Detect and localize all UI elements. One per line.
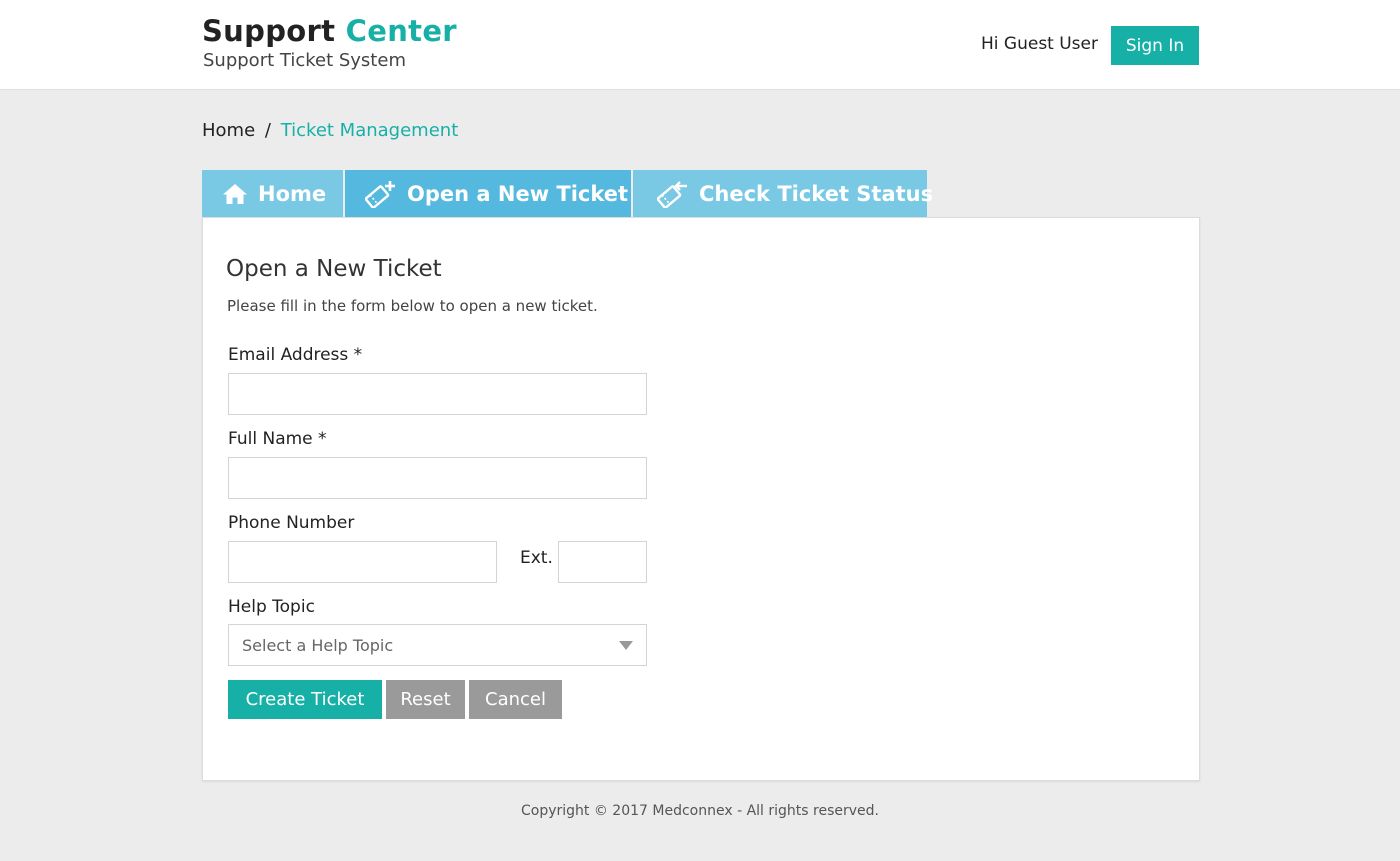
breadcrumb-separator: / [264, 120, 271, 141]
breadcrumb-current: Ticket Management [280, 120, 459, 141]
full-name-label: Full Name * [228, 429, 327, 449]
user-greeting: Hi Guest User [981, 34, 1098, 54]
chevron-down-icon [619, 640, 633, 650]
phone-ext-field[interactable] [558, 541, 647, 583]
ticket-add-icon [365, 180, 397, 208]
phone-number-label: Phone Number [228, 513, 355, 533]
email-label: Email Address * [228, 345, 363, 365]
help-topic-select[interactable]: Select a Help Topic [228, 624, 647, 666]
brand-subtitle: Support Ticket System [203, 50, 406, 71]
full-name-field[interactable] [228, 457, 647, 499]
sign-in-button[interactable]: Sign In [1111, 26, 1199, 65]
email-field[interactable] [228, 373, 647, 415]
ticket-status-icon [657, 180, 689, 208]
phone-ext-label: Ext. [520, 548, 553, 568]
main-nav-tabs: Home Open a New Ticket Check Ticket Stat… [202, 170, 933, 218]
phone-number-field[interactable] [228, 541, 497, 583]
tab-home[interactable]: Home [202, 170, 343, 218]
tab-open-new-ticket[interactable]: Open a New Ticket [345, 170, 631, 218]
cancel-button[interactable]: Cancel [469, 680, 562, 719]
help-topic-label: Help Topic [228, 597, 315, 617]
tab-check-ticket-status[interactable]: Check Ticket Status [633, 170, 933, 218]
site-header: Support Center Support Ticket System Hi … [0, 0, 1400, 90]
tab-open-new-ticket-label: Open a New Ticket [407, 182, 629, 206]
brand-main-text: Support [202, 14, 336, 48]
breadcrumb-home-link[interactable]: Home [202, 120, 255, 141]
create-ticket-button[interactable]: Create Ticket [228, 680, 382, 719]
brand-accent-text: Center [345, 14, 457, 48]
reset-button[interactable]: Reset [386, 680, 465, 719]
form-description: Please fill in the form below to open a … [227, 297, 598, 315]
tab-home-label: Home [258, 182, 327, 206]
page-title: Open a New Ticket [226, 256, 442, 282]
brand-logo[interactable]: Support Center [202, 14, 457, 48]
footer-copyright: Copyright © 2017 Medconnex - All rights … [521, 803, 879, 819]
breadcrumb: Home / Ticket Management [202, 120, 458, 141]
tab-check-ticket-status-label: Check Ticket Status [699, 182, 934, 206]
ticket-form-panel: Open a New Ticket Please fill in the for… [202, 217, 1200, 781]
home-icon [222, 182, 248, 206]
help-topic-selected-value: Select a Help Topic [242, 635, 394, 655]
